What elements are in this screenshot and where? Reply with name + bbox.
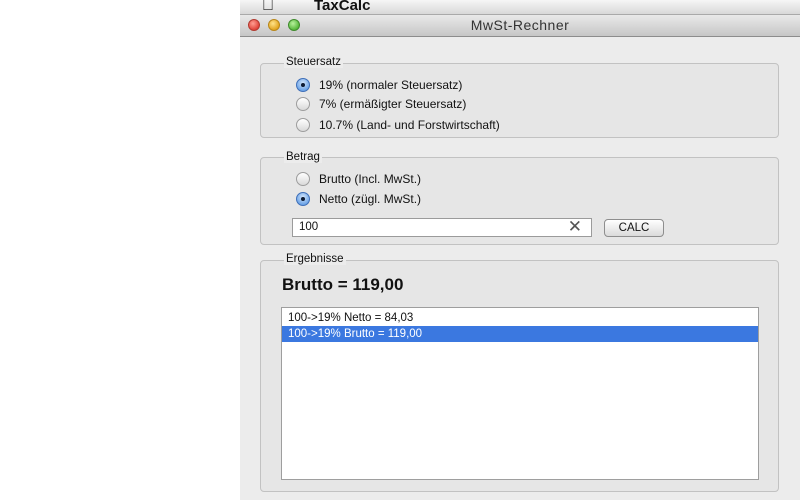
radio-rate-10-7[interactable]: 10.7% (Land- und Forstwirtschaft) xyxy=(296,118,500,132)
radio-label: Netto (zügl. MwSt.) xyxy=(319,192,422,206)
amount-value: 100 xyxy=(299,221,319,233)
clear-x-icon[interactable]: ✕ xyxy=(568,217,582,236)
radio-label: 19% (normaler Steuersatz) xyxy=(319,78,463,92)
window-title: MwSt-Rechner xyxy=(470,17,570,33)
amount-input[interactable]: 100 ✕ xyxy=(292,217,592,237)
ergebnisse-legend: Ergebnisse xyxy=(284,253,346,265)
calc-button[interactable]: CALC xyxy=(604,219,664,237)
apple-icon[interactable]:  xyxy=(262,0,274,16)
radio-unselected-icon xyxy=(296,172,310,186)
list-item[interactable]: 100->19% Netto = 84,03 xyxy=(282,310,758,326)
results-list[interactable]: 100->19% Netto = 84,03 100->19% Brutto =… xyxy=(281,307,759,480)
radio-unselected-icon xyxy=(296,118,310,132)
result-text: Brutto = 119,00 xyxy=(282,275,404,294)
window-titlebar[interactable]: MwSt-Rechner xyxy=(240,15,800,37)
radio-rate-19[interactable]: 19% (normaler Steuersatz) xyxy=(296,78,462,92)
steuersatz-legend: Steuersatz xyxy=(284,56,343,68)
radio-unselected-icon xyxy=(296,97,310,111)
radio-label: 7% (ermäßigter Steuersatz) xyxy=(319,97,467,111)
radio-selected-icon xyxy=(296,192,310,206)
betrag-legend: Betrag xyxy=(284,151,322,163)
radio-rate-7[interactable]: 7% (ermäßigter Steuersatz) xyxy=(296,97,466,111)
menubar:  TaxCalc xyxy=(240,0,800,15)
radio-netto[interactable]: Netto (zügl. MwSt.) xyxy=(296,192,421,206)
radio-label: 10.7% (Land- und Forstwirtschaft) xyxy=(319,118,500,132)
app-menu-name[interactable]: TaxCalc xyxy=(314,0,370,14)
radio-selected-icon xyxy=(296,78,310,92)
list-item-selected[interactable]: 100->19% Brutto = 119,00 xyxy=(282,326,758,342)
radio-label: Brutto (Incl. MwSt.) xyxy=(319,172,422,186)
radio-brutto[interactable]: Brutto (Incl. MwSt.) xyxy=(296,172,421,186)
